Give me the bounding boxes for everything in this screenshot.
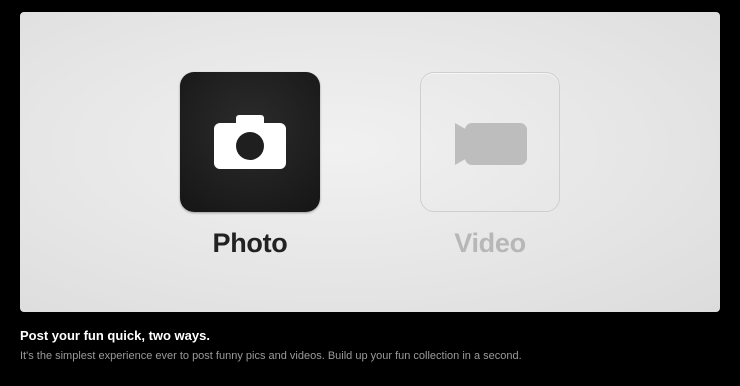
video-option[interactable]: Video	[420, 72, 560, 260]
footer-headline: Post your fun quick, two ways.	[20, 328, 210, 343]
video-camera-icon	[455, 123, 527, 165]
camera-icon	[214, 115, 286, 169]
photo-tile-button[interactable]	[180, 72, 320, 212]
video-tile-button[interactable]	[420, 72, 560, 212]
photo-option[interactable]: Photo	[180, 72, 320, 260]
footer-description: It's the simplest experience ever to pos…	[20, 350, 522, 362]
post-type-panel: Photo Video	[20, 12, 720, 312]
video-label: Video	[454, 228, 526, 258]
photo-label: Photo	[212, 228, 288, 258]
page: Photo Video Post your fun quick, two way…	[0, 0, 740, 386]
